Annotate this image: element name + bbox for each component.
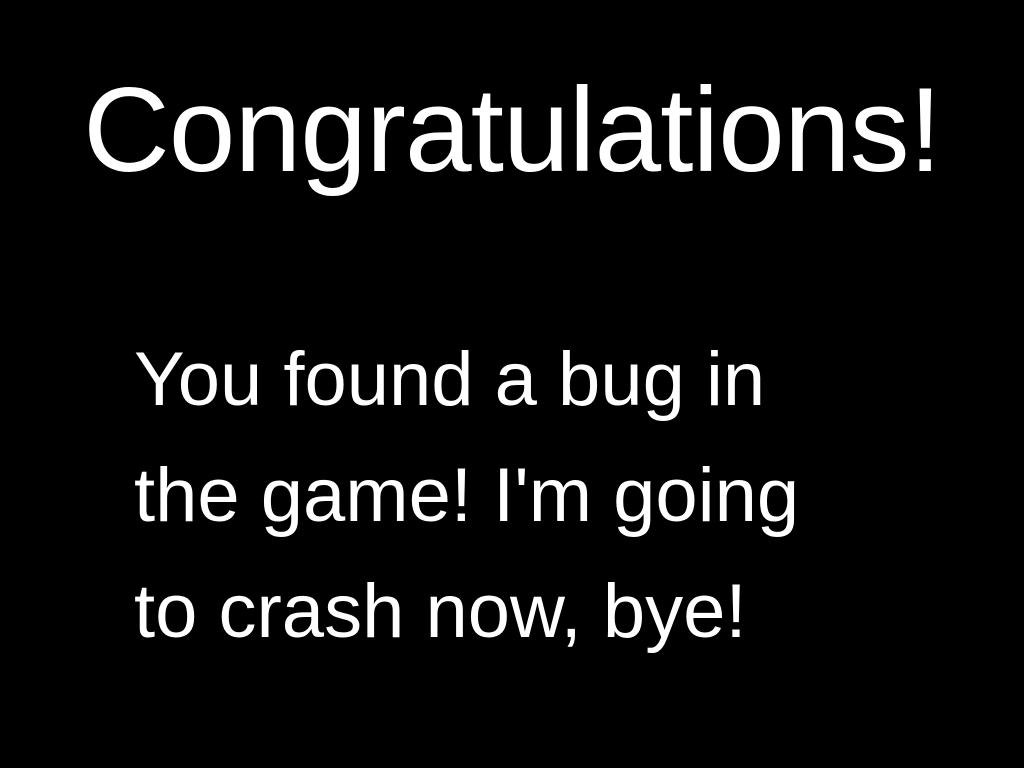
message-line: the game! I'm going xyxy=(134,453,800,538)
message-line: to crash now, bye! xyxy=(134,569,747,654)
message-line: You found a bug in xyxy=(134,337,766,422)
crash-screen: Congratulations! You found a bug in the … xyxy=(0,0,1024,768)
congratulations-title: Congratulations! xyxy=(83,63,942,197)
crash-message: You found a bug in the game! I'm going t… xyxy=(134,322,954,670)
